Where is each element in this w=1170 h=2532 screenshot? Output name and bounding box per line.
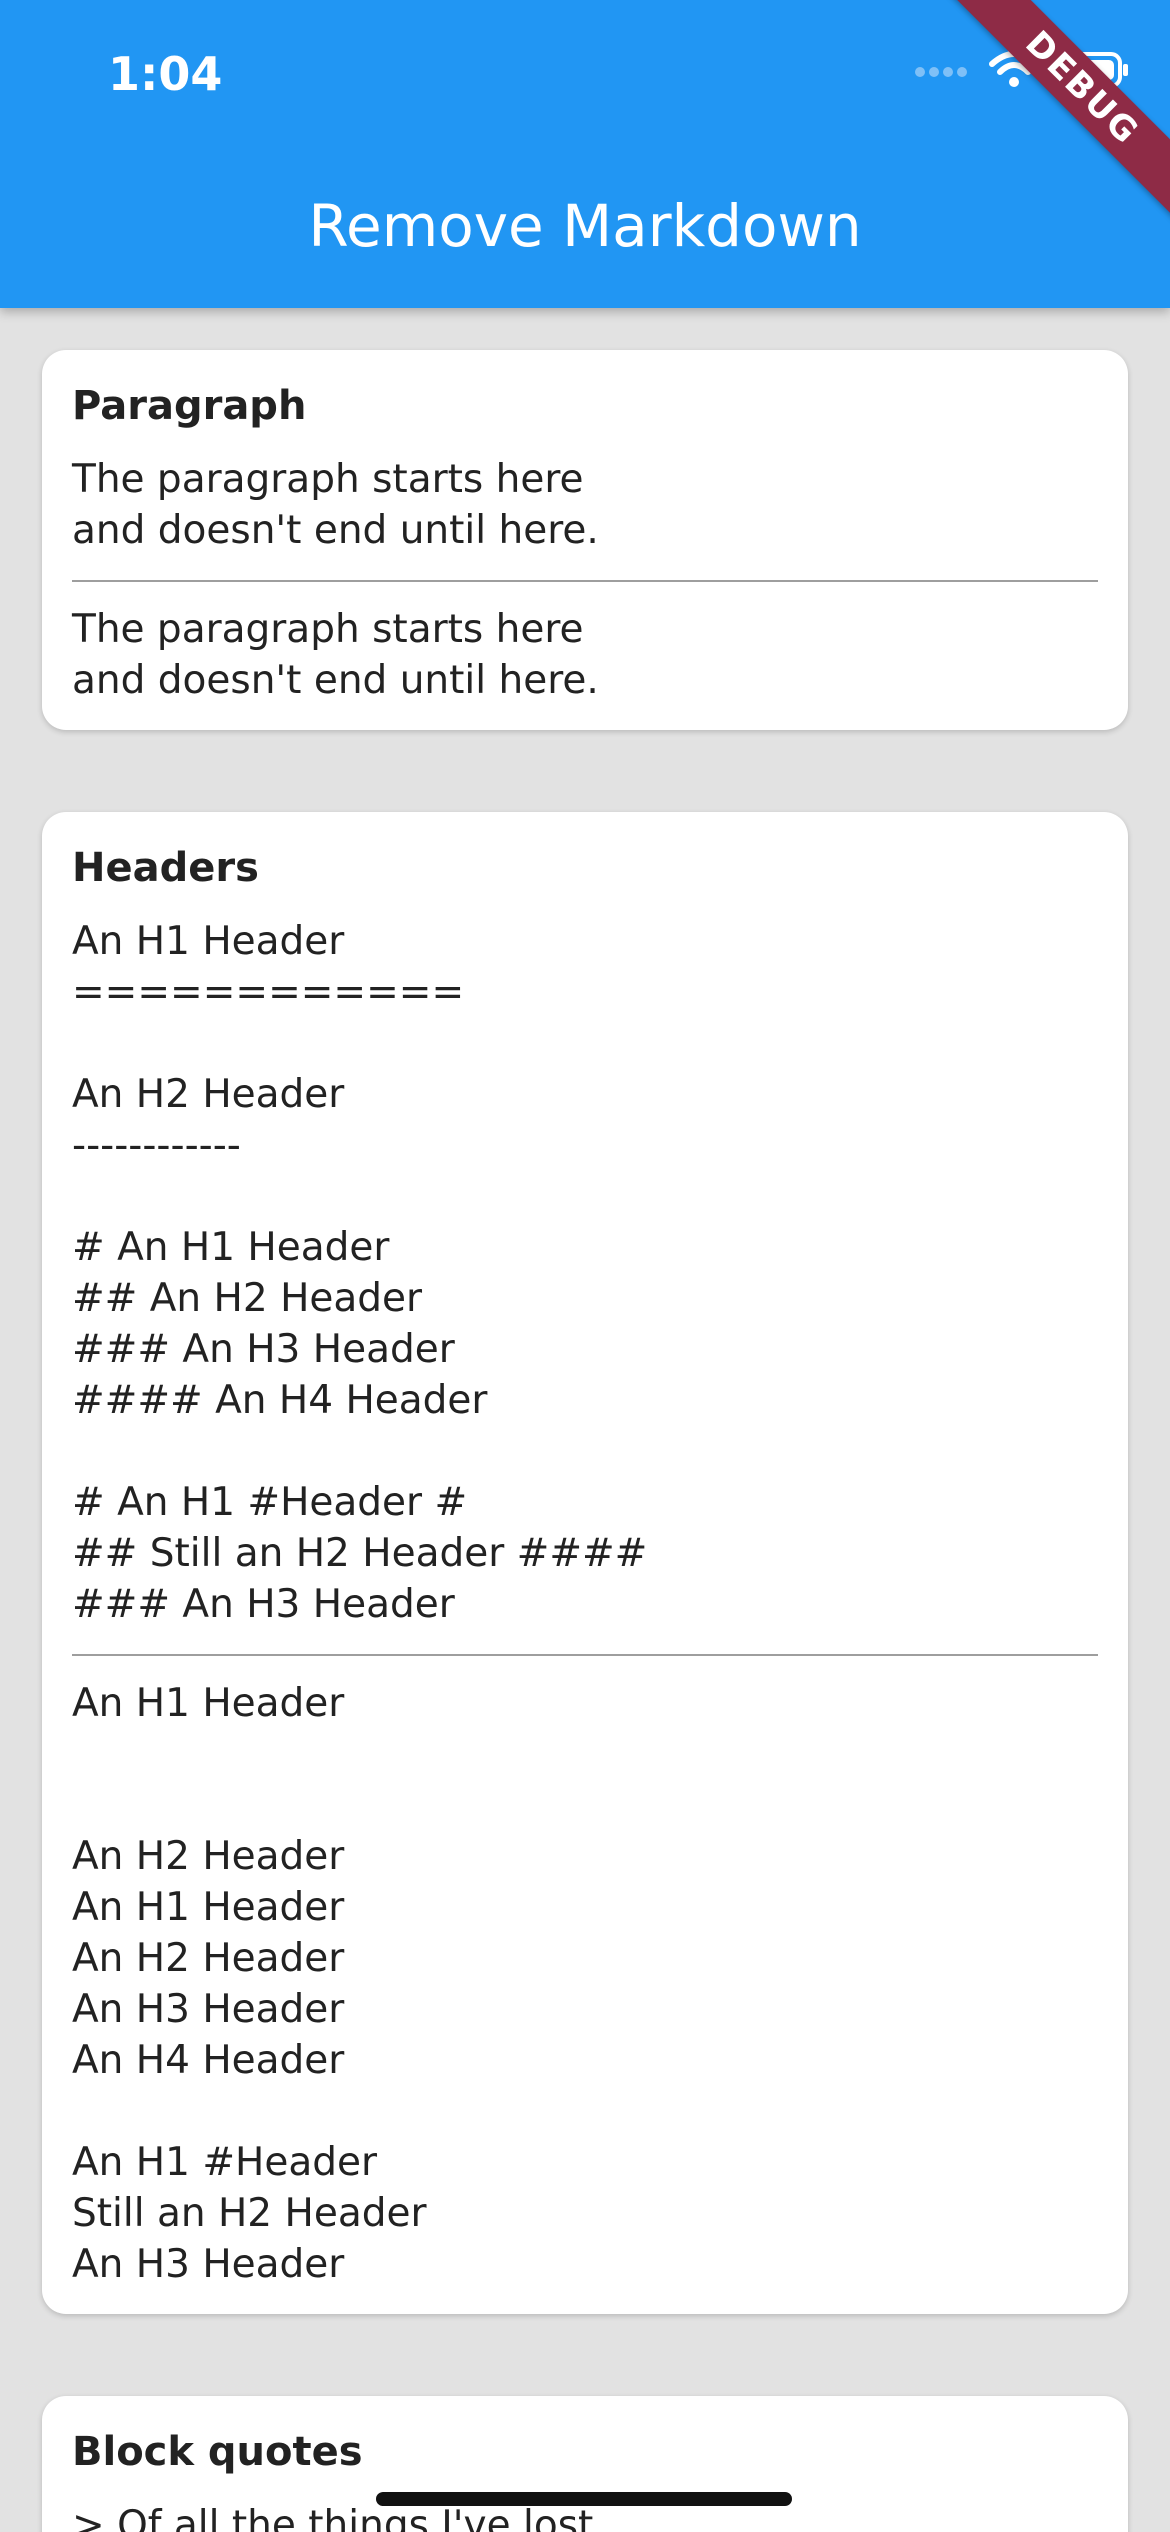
status-time: 1:04 — [108, 47, 223, 101]
divider — [72, 1654, 1098, 1656]
card-block-quotes: Block quotes > Of all the things I've lo… — [42, 2396, 1128, 2532]
plain-output-text: An H1 Header An H2 Header An H1 Header A… — [72, 1681, 427, 2287]
card-headers: Headers An H1 Header ============ An H2 … — [42, 812, 1128, 2314]
home-indicator[interactable] — [376, 2492, 792, 2506]
markdown-input-text: An H1 Header ============ An H2 Header -… — [72, 919, 648, 1627]
content-scroll-area[interactable]: Paragraph The paragraph starts here and … — [0, 308, 1170, 2532]
debug-banner: DEBUG — [930, 0, 1170, 240]
divider — [72, 580, 1098, 582]
card-title: Headers — [72, 845, 259, 891]
card-title: Block quotes — [72, 2429, 363, 2475]
debug-ribbon-label: DEBUG — [950, 0, 1170, 220]
plain-output-text: The paragraph starts here and doesn't en… — [72, 607, 599, 703]
card-paragraph: Paragraph The paragraph starts here and … — [42, 350, 1128, 730]
card-title: Paragraph — [72, 383, 307, 429]
markdown-input-text: The paragraph starts here and doesn't en… — [72, 457, 599, 553]
